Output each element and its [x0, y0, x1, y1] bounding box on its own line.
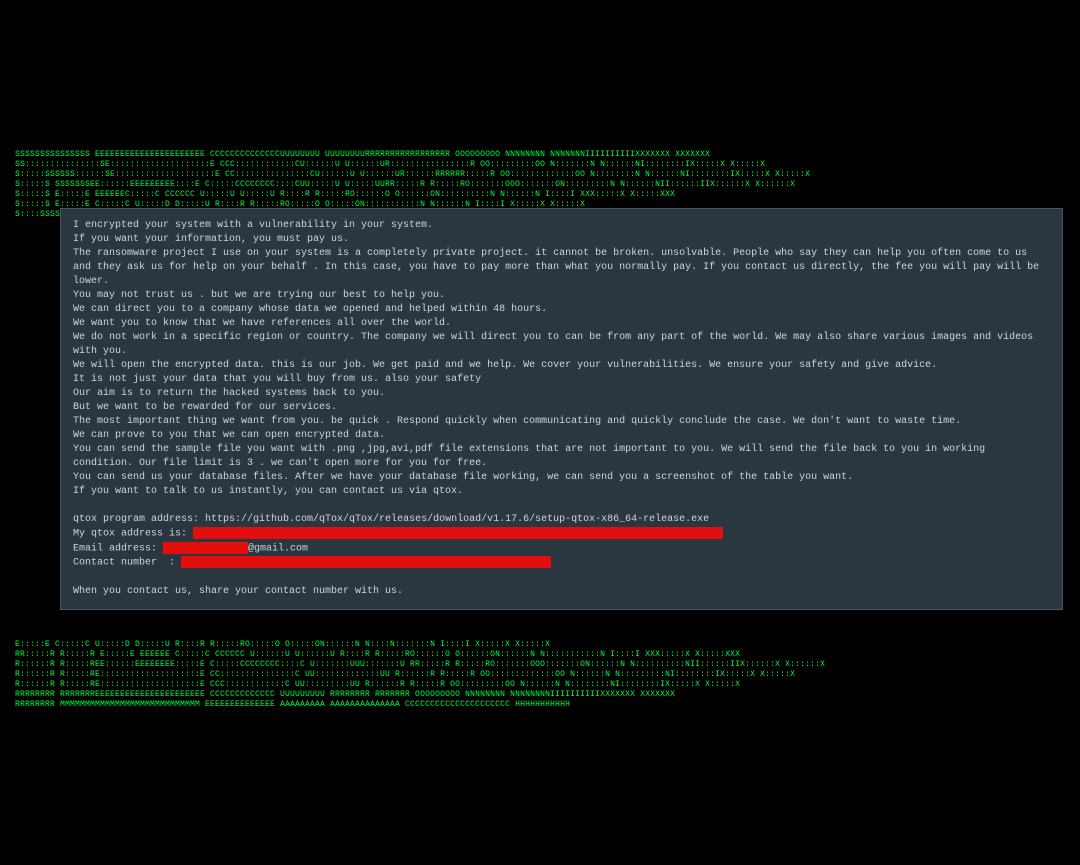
- contact-number-label: Contact number :: [73, 558, 181, 569]
- note-line: We can direct you to a company whose dat…: [73, 303, 1050, 317]
- qtox-program-url: https://github.com/qTox/qTox/releases/do…: [205, 514, 709, 525]
- email-row: Email address: @gmail.com: [73, 542, 1050, 557]
- email-domain: @gmail.com: [248, 543, 308, 554]
- note-line: Our aim is to return the hacked systems …: [73, 387, 1050, 401]
- contact-number-row: Contact number :: [73, 556, 1050, 571]
- qtox-address-label: My qtox address is:: [73, 529, 193, 540]
- ascii-line: S:::::SSSSSS::::::SE::::::::::::::::::::…: [15, 170, 1065, 180]
- email-label: Email address:: [73, 543, 163, 554]
- note-line: We want you to know that we have referen…: [73, 317, 1050, 331]
- note-line: You can send the sample file you want wi…: [73, 443, 1050, 471]
- ascii-line: E:::::E C:::::C U:::::D D:::::U R::::R R…: [15, 640, 1065, 650]
- note-line: It is not just your data that you will b…: [73, 373, 1050, 387]
- note-line: You can send us your database files. Aft…: [73, 471, 1050, 485]
- redacted-email-user: [163, 542, 248, 554]
- qtox-program-row: qtox program address: https://github.com…: [73, 513, 1050, 527]
- redacted-contact-number: [181, 556, 551, 568]
- ascii-line: S:::::S E:::::E EEEEEEC:::::C CCCCCC U::…: [15, 190, 1065, 200]
- ascii-line: SSSSSSSSSSSSSSS EEEEEEEEEEEEEEEEEEEEEE C…: [15, 150, 1065, 160]
- ascii-banner-bottom: E:::::E C:::::C U:::::D D:::::U R::::R R…: [15, 640, 1065, 715]
- ascii-line: RRRRRRRR MMMMMMMMMMMMMMMMMMMMMMMMMMMM EE…: [15, 700, 1065, 710]
- qtox-address-row: My qtox address is:: [73, 527, 1050, 542]
- ascii-line: R::::::R R:::::REE::::::EEEEEEEE:::::E C…: [15, 660, 1065, 670]
- redacted-qtox-address: [193, 527, 723, 539]
- ascii-line: SS:::::::::::::::SE::::::::::::::::::::E…: [15, 160, 1065, 170]
- note-line: The ransomware project I use on your sys…: [73, 247, 1050, 289]
- note-line: We do not work in a specific region or c…: [73, 331, 1050, 359]
- ascii-line: RR:::::R R:::::R E:::::E EEEEEE C:::::C …: [15, 650, 1065, 660]
- note-line: If you want to talk to us instantly, you…: [73, 485, 1050, 499]
- note-line: If you want your information, you must p…: [73, 233, 1050, 247]
- qtox-program-label: qtox program address:: [73, 514, 205, 525]
- note-line: We can prove to you that we can open enc…: [73, 429, 1050, 443]
- ransom-note-panel: I encrypted your system with a vulnerabi…: [60, 208, 1063, 610]
- ascii-line: R::::::R R:::::RE::::::::::::::::::::E C…: [15, 670, 1065, 680]
- note-line: I encrypted your system with a vulnerabi…: [73, 219, 1050, 233]
- note-line: We will open the encrypted data. this is…: [73, 359, 1050, 373]
- note-line: You may not trust us . but we are trying…: [73, 289, 1050, 303]
- ascii-line: S:::::S SSSSSSSEE::::::EEEEEEEEE::::E C:…: [15, 180, 1065, 190]
- note-footer: When you contact us, share your contact …: [73, 585, 1050, 599]
- ascii-line: RRRRRRRR RRRRRRREEEEEEEEEEEEEEEEEEEEEE C…: [15, 690, 1065, 700]
- note-line: But we want to be rewarded for our servi…: [73, 401, 1050, 415]
- note-line: The most important thing we want from yo…: [73, 415, 1050, 429]
- ascii-line: R::::::R R:::::RE::::::::::::::::::::E C…: [15, 680, 1065, 690]
- ascii-banner-top: SSSSSSSSSSSSSSS EEEEEEEEEEEEEEEEEEEEEE C…: [15, 150, 1065, 210]
